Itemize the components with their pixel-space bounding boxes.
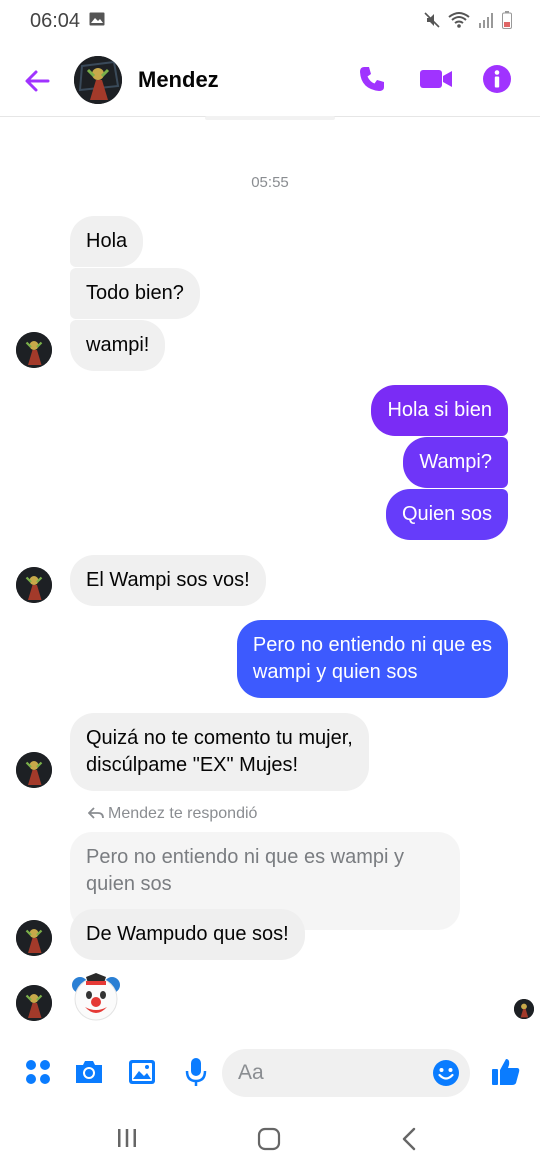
contact-avatar-small[interactable] [16, 752, 52, 788]
message-input-placeholder: Aa [238, 1061, 264, 1084]
scroll-shadow [205, 116, 335, 120]
signal-icon [479, 13, 493, 28]
reply-indicator: Mendez te respondió [87, 805, 258, 823]
battery-icon [502, 11, 512, 29]
message-line: Quizá no te comento tu mujer, [86, 727, 353, 749]
emoji-picker-icon[interactable] [432, 1059, 460, 1087]
message-timestamp: 05:55 [251, 174, 289, 191]
contact-name[interactable]: Mendez [138, 67, 219, 93]
message-line: wampi y quien sos [252, 661, 418, 683]
incoming-message[interactable]: Todo bien? [70, 268, 200, 319]
message-line: discúlpame "EX" Mujes! [86, 754, 299, 776]
reply-arrow-icon [87, 807, 104, 819]
status-time: 06:04 [30, 10, 81, 32]
contact-avatar-small[interactable] [16, 567, 52, 603]
mute-icon [424, 12, 440, 28]
message-input[interactable]: Aa [222, 1049, 470, 1097]
seen-indicator-avatar [514, 999, 534, 1019]
incoming-message[interactable]: wampi! [70, 320, 166, 371]
system-navigation-bar [0, 1108, 540, 1170]
message-line: Pero no entiendo ni que es wampi y [86, 846, 404, 868]
outgoing-message[interactable]: Pero no entiendo ni que es wampi y quien… [236, 620, 508, 698]
contact-avatar-small[interactable] [16, 332, 52, 368]
conversation-header: Mendez [0, 44, 540, 117]
outgoing-message[interactable]: Wampi? [403, 437, 508, 488]
camera-icon[interactable] [73, 1056, 105, 1088]
phone-call-icon[interactable] [357, 64, 387, 94]
message-composer: Aa [0, 1040, 540, 1106]
incoming-message[interactable]: Hola [70, 216, 144, 267]
video-call-icon[interactable] [419, 64, 453, 94]
incoming-message[interactable]: Quizá no te comento tu mujer, discúlpame… [70, 713, 369, 791]
message-line: quien sos [86, 873, 172, 895]
microphone-icon[interactable] [180, 1056, 212, 1088]
contact-avatar[interactable] [74, 56, 122, 104]
status-bar: 06:04 [0, 0, 540, 44]
status-icons [424, 11, 512, 29]
home-icon[interactable] [256, 1126, 282, 1152]
contact-avatar-small[interactable] [16, 920, 52, 956]
back-arrow-icon[interactable] [22, 66, 52, 96]
outgoing-message[interactable]: Quien sos [385, 489, 508, 540]
more-apps-icon[interactable] [22, 1056, 54, 1088]
clown-emoji-icon[interactable] [70, 971, 122, 1023]
contact-avatar-small[interactable] [16, 985, 52, 1021]
back-nav-icon[interactable] [398, 1126, 422, 1152]
wifi-icon [448, 12, 470, 28]
outgoing-message[interactable]: Hola si bien [371, 385, 508, 436]
info-icon[interactable] [482, 64, 512, 94]
image-notification-icon [89, 12, 105, 26]
message-line: Pero no entiendo ni que es [252, 634, 492, 656]
gallery-icon[interactable] [126, 1056, 158, 1088]
incoming-message[interactable]: El Wampi sos vos! [70, 555, 266, 606]
incoming-message[interactable]: De Wampudo que sos! [70, 909, 305, 960]
thumbs-up-icon[interactable] [490, 1056, 522, 1088]
recent-apps-icon[interactable] [115, 1126, 139, 1150]
reply-label: Mendez te respondió [108, 805, 258, 822]
